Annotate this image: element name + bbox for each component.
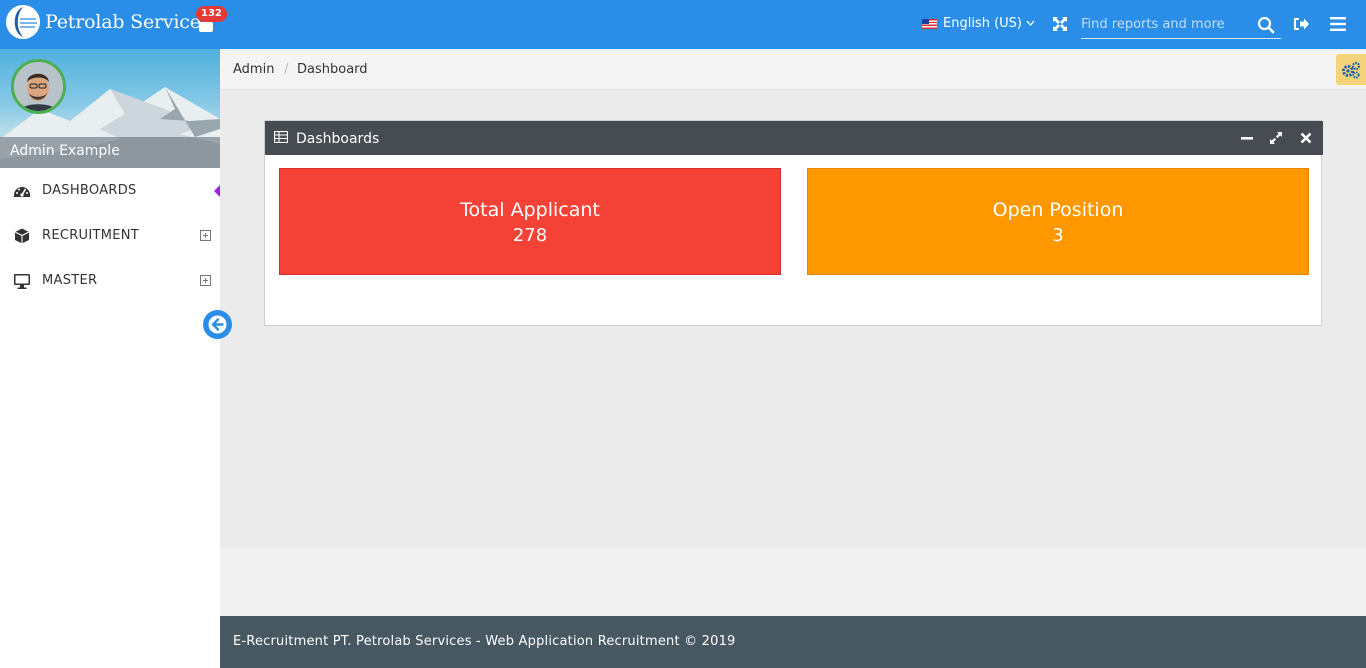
sidebar-item-label: RECRUITMENT: [42, 228, 140, 243]
sidebar-item-dashboards[interactable]: DASHBOARDS: [0, 168, 220, 213]
avatar[interactable]: [11, 59, 66, 114]
footer-text: E-Recruitment PT. Petrolab Services - We…: [233, 634, 736, 649]
hamburger-menu-icon[interactable]: [1330, 16, 1346, 32]
footer: E-Recruitment PT. Petrolab Services - We…: [220, 616, 1366, 668]
expand-plus-icon[interactable]: [200, 275, 211, 286]
chevron-down-icon: [1026, 19, 1035, 29]
stat-label: Open Position: [992, 199, 1124, 221]
top-header: Petrolab Services 132 English (US): [0, 0, 1366, 49]
breadcrumb-separator: /: [284, 62, 289, 77]
active-item-indicator: [214, 185, 220, 197]
content-lower-area: [220, 548, 1366, 616]
stat-card-total-applicant[interactable]: Total Applicant 278: [279, 168, 781, 275]
collapse-sidebar-button[interactable]: [203, 310, 232, 339]
breadcrumb-admin[interactable]: Admin: [233, 62, 274, 77]
cube-icon: [14, 228, 30, 243]
sidebar-item-master[interactable]: MASTER: [0, 258, 220, 303]
search-input[interactable]: [1081, 12, 1251, 36]
expand-plus-icon[interactable]: [200, 230, 211, 241]
settings-panel-toggle[interactable]: [1336, 54, 1366, 85]
dashboard-widget: Dashboards Total Applicant 278 Open Posi…: [264, 120, 1323, 326]
profile-panel: Admin Example: [0, 49, 220, 168]
stat-value: 3: [1052, 225, 1064, 246]
search-box: [1081, 12, 1281, 39]
stat-card-open-position[interactable]: Open Position 3: [807, 168, 1309, 275]
widget-header: Dashboards: [265, 121, 1323, 155]
us-flag-icon: [922, 18, 937, 29]
logout-icon[interactable]: [1293, 16, 1310, 32]
arrow-left-circle-icon: [208, 315, 227, 334]
sidebar-item-label: DASHBOARDS: [42, 183, 137, 198]
notification-badge: 132: [196, 6, 227, 22]
user-name: Admin Example: [10, 143, 120, 159]
brand-logo[interactable]: Petrolab Services: [6, 5, 211, 39]
desktop-icon: [14, 273, 30, 289]
logo-mark-icon: [6, 5, 40, 39]
table-icon: [274, 131, 288, 143]
sidebar-item-label: MASTER: [42, 273, 98, 288]
close-icon[interactable]: [1299, 131, 1313, 145]
language-selector[interactable]: English (US): [922, 16, 1035, 31]
fullscreen-icon[interactable]: [1051, 15, 1069, 33]
breadcrumb: Admin / Dashboard: [220, 49, 1366, 90]
brand-name: Petrolab Services: [45, 11, 211, 33]
widget-title: Dashboards: [296, 131, 380, 147]
stat-value: 278: [512, 225, 548, 246]
sidebar: Admin Example DASHBOARDS RECRUITMENT MAS…: [0, 49, 220, 668]
expand-icon[interactable]: [1269, 131, 1283, 145]
minimize-icon[interactable]: [1240, 131, 1254, 145]
breadcrumb-dashboard: Dashboard: [297, 62, 368, 77]
gears-icon: [1342, 61, 1361, 79]
stat-label: Total Applicant: [460, 199, 600, 221]
dashboard-icon: [14, 186, 30, 197]
sidebar-item-recruitment[interactable]: RECRUITMENT: [0, 213, 220, 258]
search-icon[interactable]: [1257, 16, 1275, 34]
language-label: English (US): [943, 16, 1022, 31]
